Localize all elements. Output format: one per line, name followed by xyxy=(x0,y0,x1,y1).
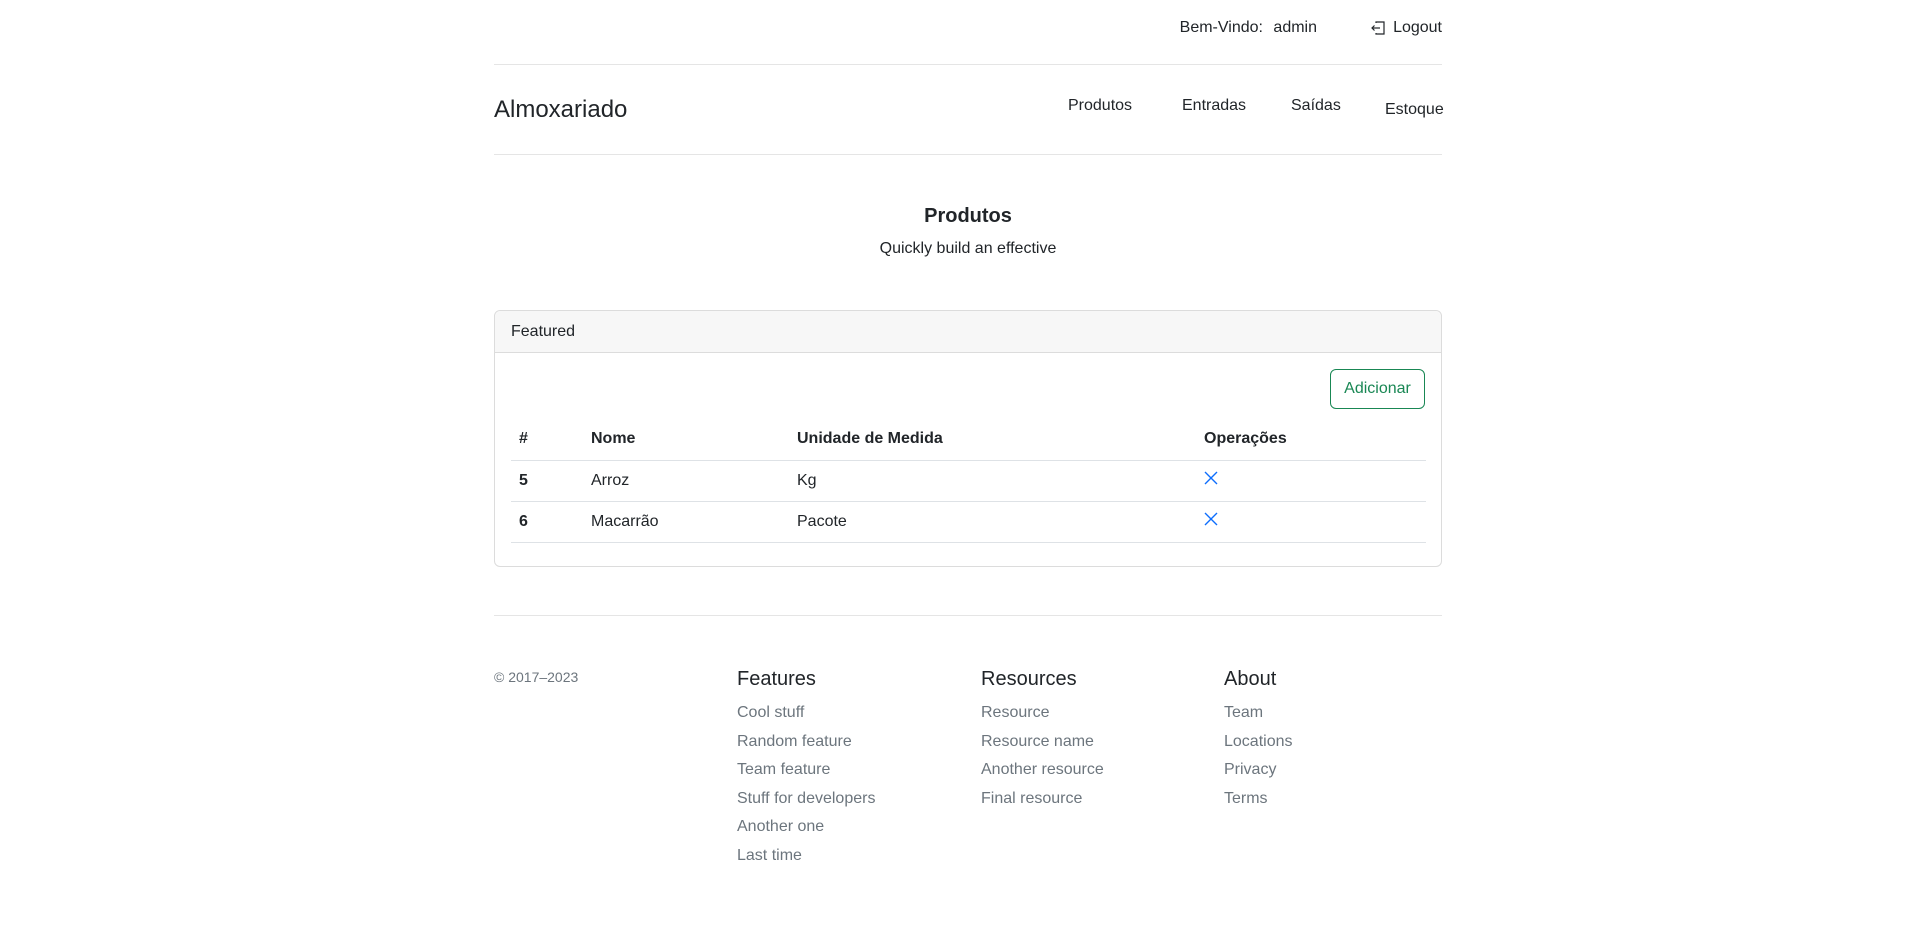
delete-icon[interactable] xyxy=(1204,471,1218,490)
page-header: Produtos Quickly build an effective xyxy=(494,205,1442,258)
footer-link[interactable]: Last time xyxy=(737,842,875,871)
welcome-text: Bem-Vindo: admin xyxy=(1180,19,1317,37)
table-header-row: # Nome Unidade de Medida Operações xyxy=(511,419,1426,461)
copyright-text: © 2017–2023 xyxy=(494,669,579,685)
footer-link[interactable]: Privacy xyxy=(1224,756,1293,785)
footer-column-title: About xyxy=(1224,668,1277,690)
footer-link[interactable]: Resource name xyxy=(981,728,1104,757)
row-operations xyxy=(1196,460,1426,502)
table-row: 6 Macarrão Pacote xyxy=(511,501,1426,543)
nav-item-saidas[interactable]: Saídas xyxy=(1291,97,1341,115)
nav-item-produtos[interactable]: Produtos xyxy=(1068,97,1132,115)
footer-link[interactable]: Cool stuff xyxy=(737,699,875,728)
brand-title[interactable]: Almoxariado xyxy=(494,96,627,124)
logout-link[interactable]: Logout xyxy=(1370,19,1442,37)
navbar: Almoxariado Produtos Entradas Saídas Est… xyxy=(494,65,1444,155)
footer-column-resources: Resources Resource Resource name Another… xyxy=(981,668,1104,813)
table-row: 5 Arroz Kg xyxy=(511,460,1426,502)
footer-column-about: About Team Locations Privacy Terms xyxy=(1224,668,1293,813)
nav-item-entradas[interactable]: Entradas xyxy=(1182,97,1246,115)
row-unidade: Pacote xyxy=(789,501,1196,543)
row-id: 6 xyxy=(511,501,583,543)
logout-label: Logout xyxy=(1393,19,1442,36)
column-header-id: # xyxy=(511,419,583,461)
page-subtitle: Quickly build an effective xyxy=(879,240,1057,257)
delete-icon[interactable] xyxy=(1204,512,1218,531)
column-header-operacoes: Operações xyxy=(1196,419,1426,461)
row-operations xyxy=(1196,501,1426,543)
card-header: Featured xyxy=(495,311,1441,353)
footer-link[interactable]: Stuff for developers xyxy=(737,785,875,814)
welcome-label: Bem-Vindo: xyxy=(1179,19,1263,36)
page-title: Produtos xyxy=(924,205,1012,227)
footer-column-features: Features Cool stuff Random feature Team … xyxy=(737,668,875,870)
footer-link[interactable]: Random feature xyxy=(737,728,875,757)
footer: © 2017–2023 Features Cool stuff Random f… xyxy=(494,615,1442,875)
footer-column-title: Resources xyxy=(981,668,1077,690)
row-nome: Arroz xyxy=(583,460,789,502)
footer-link[interactable]: Another one xyxy=(737,813,875,842)
footer-link[interactable]: Team feature xyxy=(737,756,875,785)
footer-link[interactable]: Team xyxy=(1224,699,1293,728)
products-table: # Nome Unidade de Medida Operações 5 Arr… xyxy=(511,419,1426,543)
footer-column-title: Features xyxy=(737,668,816,690)
footer-link[interactable]: Resource xyxy=(981,699,1104,728)
products-card: Featured Adicionar # Nome Unidade de Med… xyxy=(494,310,1442,567)
logout-icon xyxy=(1371,21,1385,35)
add-button[interactable]: Adicionar xyxy=(1330,369,1425,409)
footer-link[interactable]: Final resource xyxy=(981,785,1104,814)
footer-link[interactable]: Terms xyxy=(1224,785,1293,814)
footer-link[interactable]: Another resource xyxy=(981,756,1104,785)
column-header-nome: Nome xyxy=(583,419,789,461)
row-unidade: Kg xyxy=(789,460,1196,502)
username: admin xyxy=(1273,19,1317,36)
column-header-unidade: Unidade de Medida xyxy=(789,419,1196,461)
row-id: 5 xyxy=(511,460,583,502)
footer-link[interactable]: Locations xyxy=(1224,728,1293,757)
top-bar: Bem-Vindo: admin Logout xyxy=(494,0,1442,65)
row-nome: Macarrão xyxy=(583,501,789,543)
nav-item-estoque[interactable]: Estoque xyxy=(1385,101,1444,119)
